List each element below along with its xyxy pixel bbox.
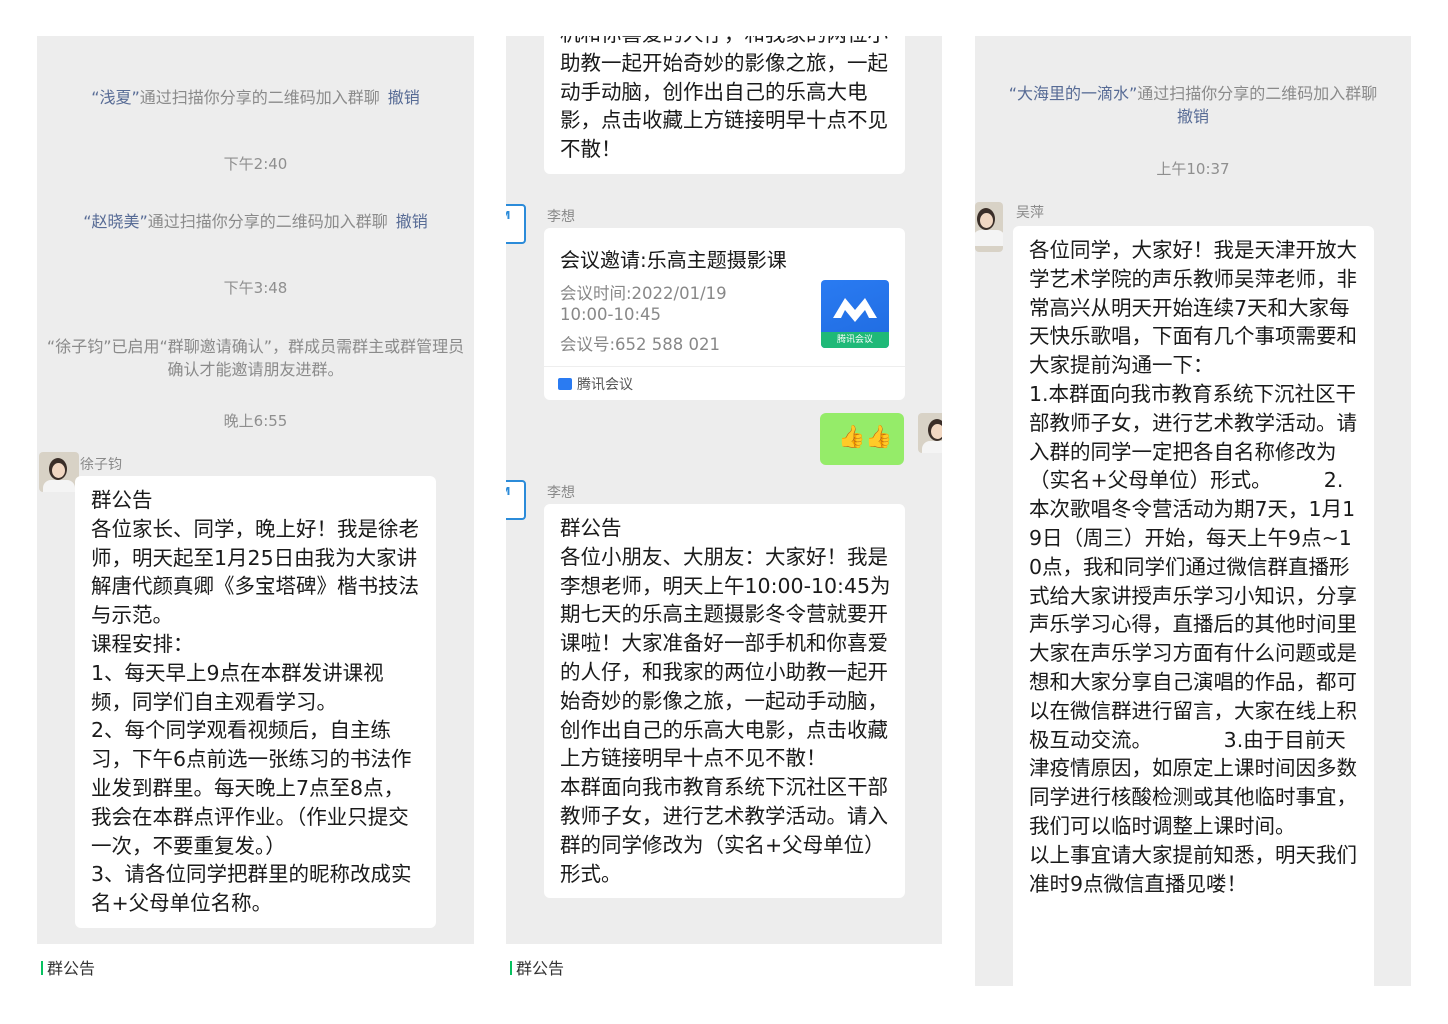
pinned-label: 群公告: [47, 959, 96, 978]
avatar-text: AM: [506, 485, 510, 498]
meeting-title: 会议邀请:乐高主题摄影课: [560, 248, 787, 272]
sender-name: 李想: [547, 209, 575, 225]
avatar[interactable]: AM%: [506, 480, 526, 520]
thumbs-up-icon: 👍👍: [838, 425, 893, 450]
pin-indicator: [41, 961, 43, 975]
revoke-link[interactable]: 撤销: [396, 212, 428, 231]
avatar[interactable]: [39, 452, 79, 492]
system-text: 通过扫描你分享的二维码加入群聊: [147, 212, 388, 231]
self-avatar[interactable]: [918, 413, 942, 453]
system-message-join: “大海里的一滴水”通过扫描你分享的二维码加入群聊撤销: [975, 82, 1411, 128]
meeting-time-range: 10:00-10:45: [560, 305, 662, 324]
source-label: 腾讯会议: [577, 377, 633, 393]
member-name-link[interactable]: “赵晓美”: [83, 212, 148, 231]
timestamp: 上午10:37: [1156, 160, 1230, 178]
pinned-label: 群公告: [516, 959, 565, 978]
system-text: 通过扫描你分享的二维码加入群聊: [139, 88, 380, 107]
sender-name: 吴萍: [1016, 205, 1044, 221]
revoke-link[interactable]: 撤销: [1177, 107, 1209, 126]
sender-name: 徐子钧: [80, 457, 122, 473]
system-message-join: “赵晓美”通过扫描你分享的二维码加入群聊 撤销: [37, 210, 474, 233]
logo-text: 腾讯会议: [836, 335, 873, 345]
system-message-invite-confirm: “徐子钧”已启用“群聊邀请确认”，群成员需群主或群管理员确认才能邀请朋友进群。: [46, 337, 465, 379]
avatar[interactable]: AM%: [506, 204, 526, 244]
tencent-meeting-icon: [558, 378, 572, 390]
pin-indicator: [510, 961, 512, 975]
announcement-message[interactable]: 各位同学，大家好！我是天津开放大学艺术学院的声乐教师吴萍老师，非常高兴从明天开始…: [1013, 226, 1374, 986]
timestamp: 晚上6:55: [223, 412, 288, 430]
meeting-logo-icon: [833, 298, 877, 322]
avatar[interactable]: [975, 202, 1003, 252]
tencent-meeting-logo: 腾讯会议: [821, 280, 889, 348]
timestamp: 下午3:48: [223, 279, 288, 297]
system-message-join: “浅夏”通过扫描你分享的二维码加入群聊 撤销: [37, 86, 474, 109]
reply-bubble[interactable]: 👍👍: [820, 413, 904, 465]
timestamp: 下午2:40: [223, 155, 288, 173]
chat-panel-1: “浅夏”通过扫描你分享的二维码加入群聊 撤销 下午2:40 “赵晓美”通过扫描你分…: [37, 36, 474, 986]
card-divider: [544, 366, 905, 367]
member-name-link[interactable]: “浅夏”: [91, 88, 140, 107]
member-name-link[interactable]: “大海里的一滴水”: [1009, 84, 1138, 103]
announcement-message[interactable]: 群公告 各位小朋友、大朋友：大家好！我是李想老师，明天上午10:00-10:45…: [544, 504, 905, 899]
avatar-text: AM: [506, 209, 510, 222]
pinned-announcement-bar[interactable]: 群公告: [506, 944, 942, 986]
meeting-id: 会议号:652 588 021: [560, 335, 721, 354]
meeting-time-label: 会议时间:2022/01/19: [560, 284, 727, 303]
chat-panel-3: “大海里的一滴水”通过扫描你分享的二维码加入群聊撤销 上午10:37 吴萍 各位…: [975, 36, 1411, 986]
card-source: 腾讯会议: [558, 374, 633, 394]
message-bubble[interactable]: 机和你喜爱的人仔，和我家的两位小助教一起开始奇妙的影像之旅，一起动手动脑，创作出…: [544, 36, 905, 174]
sender-name: 李想: [547, 485, 575, 501]
chat-panel-2: 机和你喜爱的人仔，和我家的两位小助教一起开始奇妙的影像之旅，一起动手动脑，创作出…: [506, 36, 942, 986]
pinned-announcement-bar[interactable]: 群公告: [37, 944, 474, 986]
system-text: 通过扫描你分享的二维码加入群聊: [1137, 84, 1378, 103]
announcement-message[interactable]: 群公告 各位家长、同学，晚上好！我是徐老师，明天起至1月25日由我为大家讲解唐代…: [75, 476, 436, 928]
revoke-link[interactable]: 撤销: [388, 88, 420, 107]
meeting-invite-card[interactable]: 会议邀请:乐高主题摄影课 会议时间:2022/01/19 10:00-10:45…: [544, 228, 905, 400]
